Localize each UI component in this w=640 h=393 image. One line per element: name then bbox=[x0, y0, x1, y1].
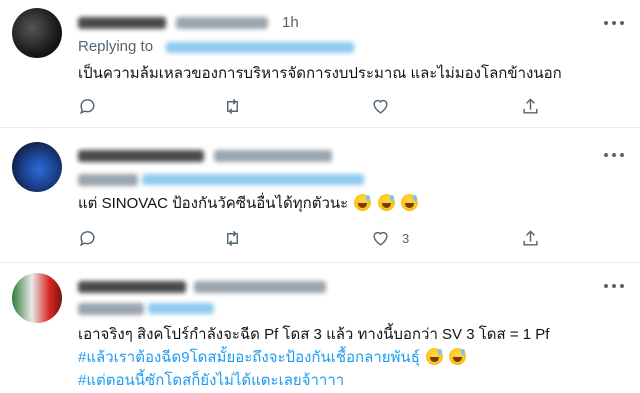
share-icon bbox=[523, 229, 538, 246]
avatar[interactable] bbox=[12, 8, 62, 58]
like-count: 3 bbox=[402, 230, 410, 246]
reply-icon bbox=[79, 230, 95, 246]
retweet-icon bbox=[227, 230, 238, 246]
replying-to-label: Replying to bbox=[78, 38, 154, 55]
hashtag-line-1[interactable]: #แล้วเราต้องฉีด9โดสมั้ยอะถึงจะป้องกันเชื… bbox=[78, 346, 467, 369]
reply-button[interactable] bbox=[78, 95, 97, 117]
heart-icon bbox=[373, 99, 388, 114]
retweet-button[interactable] bbox=[223, 227, 242, 249]
display-name-blurred[interactable] bbox=[78, 150, 204, 162]
avatar[interactable] bbox=[12, 273, 62, 323]
avatar[interactable] bbox=[12, 142, 62, 192]
grinning-sweat-emoji bbox=[354, 194, 372, 211]
retweet-button[interactable] bbox=[223, 95, 242, 117]
share-button[interactable] bbox=[521, 227, 540, 249]
more-icon[interactable] bbox=[604, 281, 624, 291]
laughing-emoji bbox=[449, 348, 467, 365]
tweet-1[interactable]: 1h Replying to เป็นความล้มเหลวของการบริห… bbox=[0, 0, 640, 127]
display-name-blurred[interactable] bbox=[78, 281, 186, 293]
handle-blurred[interactable] bbox=[214, 150, 332, 162]
tweet-actions: 3 bbox=[78, 227, 548, 249]
tweet-3[interactable]: เอาจริงๆ สิงคโปร์กำลังจะฉีด Pf โดส 3 แล้… bbox=[0, 263, 640, 393]
laughing-emoji bbox=[426, 348, 444, 365]
more-icon[interactable] bbox=[604, 18, 624, 28]
share-button[interactable] bbox=[521, 95, 540, 117]
reply-button[interactable] bbox=[78, 227, 97, 249]
hashtag-1[interactable]: #แล้วเราต้องฉีด9โดสมั้ยอะถึงจะป้องกันเชื… bbox=[78, 349, 420, 366]
tweet-text: แต่ SINOVAC ป้องกันวัคซีนอื่นได้ทุกตัวนะ bbox=[78, 192, 418, 215]
like-button[interactable] bbox=[371, 95, 390, 117]
tweet-text-main: แต่ SINOVAC ป้องกันวัคซีนอื่นได้ทุกตัวนะ bbox=[78, 195, 349, 212]
replying-to-handle-blurred[interactable] bbox=[166, 42, 354, 53]
reply-icon bbox=[79, 98, 95, 114]
replying-to-handles-blurred[interactable] bbox=[142, 174, 364, 185]
display-name-blurred[interactable] bbox=[78, 17, 166, 29]
tweet-2[interactable]: แต่ SINOVAC ป้องกันวัคซีนอื่นได้ทุกตัวนะ… bbox=[0, 128, 640, 262]
tweet-actions bbox=[78, 95, 548, 117]
grinning-sweat-emoji bbox=[377, 194, 395, 211]
retweet-icon bbox=[227, 98, 238, 114]
hashtag-2[interactable]: #แต่ตอนนี้ซักโดสก็ยังไม่ได้แตะเลยจ้าาาา bbox=[78, 369, 344, 392]
share-icon bbox=[523, 97, 538, 114]
replying-to-blurred[interactable] bbox=[78, 174, 138, 186]
heart-icon bbox=[373, 231, 388, 246]
replying-to-handle-blurred[interactable] bbox=[148, 303, 214, 314]
more-icon[interactable] bbox=[604, 150, 624, 160]
replying-to-blurred[interactable] bbox=[78, 303, 144, 315]
timestamp[interactable]: 1h bbox=[282, 14, 299, 31]
handle-blurred[interactable] bbox=[176, 17, 268, 29]
like-button[interactable]: 3 bbox=[371, 227, 409, 249]
grinning-sweat-emoji bbox=[400, 194, 418, 211]
tweet-text-line-1: เอาจริงๆ สิงคโปร์กำลังจะฉีด Pf โดส 3 แล้… bbox=[78, 326, 550, 343]
tweet-text: เป็นความล้มเหลวของการบริหารจัดการงบประมา… bbox=[78, 65, 562, 82]
handle-blurred[interactable] bbox=[194, 281, 326, 293]
